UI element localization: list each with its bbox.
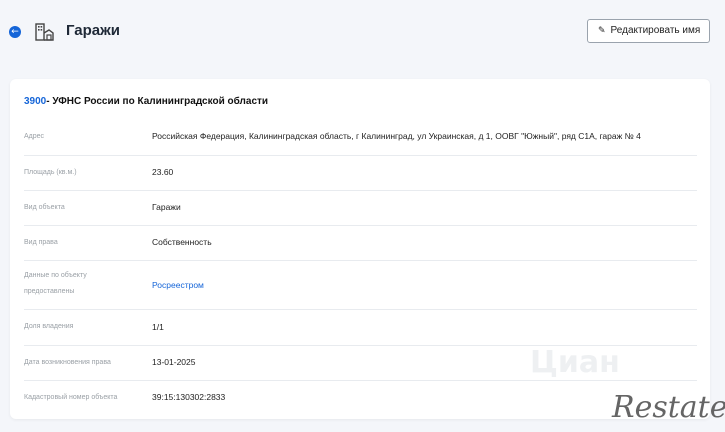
row-value: 23.60 — [152, 167, 174, 177]
data-source-link[interactable]: Росреестром — [152, 280, 204, 290]
row-value: Российская Федерация, Калининградская об… — [152, 131, 641, 141]
edit-name-button[interactable]: ✎ Редактировать имя — [587, 19, 710, 43]
faint-watermark: Циан — [530, 345, 620, 380]
row-address: Адрес Российская Федерация, Калининградс… — [24, 119, 697, 156]
back-arrow-icon[interactable]: ← — [9, 26, 21, 38]
page-title: Гаражи — [66, 22, 121, 39]
tax-office-code[interactable]: 3900 — [24, 96, 46, 107]
row-value: 1/1 — [152, 322, 164, 332]
row-data-source: Данные по объекту предоставлены Росреест… — [24, 260, 697, 310]
brand-watermark: Restate — [612, 390, 725, 425]
row-object-type: Вид объекта Гаражи — [24, 190, 697, 226]
row-value: 13-01-2025 — [152, 357, 196, 367]
row-label: Кадастровый номер объекта — [24, 394, 118, 401]
row-value: Гаражи — [152, 202, 181, 212]
row-label: Дата возникновения права — [24, 359, 111, 366]
row-cadastral-number: Кадастровый номер объекта 39:15:130302:2… — [24, 380, 697, 416]
row-label: Вид объекта — [24, 204, 65, 211]
row-area: Площадь (кв.м.) 23.60 — [24, 155, 697, 191]
row-ownership-share: Доля владения 1/1 — [24, 309, 697, 346]
page-header: ← Гаражи ✎ Редактировать имя — [0, 0, 725, 66]
row-value: 39:15:130302:2833 — [152, 392, 226, 402]
edit-name-label: Редактировать имя — [610, 25, 701, 36]
tax-office-name: - УФНС России по Калининградской области — [46, 96, 269, 107]
row-label: Площадь (кв.м.) — [24, 169, 77, 176]
row-label: Вид права — [24, 239, 58, 246]
row-label: Доля владения — [24, 323, 74, 330]
row-right-type: Вид права Собственность — [24, 225, 697, 261]
card-title: 3900- УФНС России по Калининградской обл… — [24, 96, 268, 107]
row-value: Собственность — [152, 237, 212, 247]
row-label: Адрес — [24, 133, 45, 140]
row-label: Данные по объекту предоставлены — [24, 272, 87, 295]
garage-icon — [35, 23, 54, 41]
pencil-icon: ✎ — [598, 26, 606, 36]
